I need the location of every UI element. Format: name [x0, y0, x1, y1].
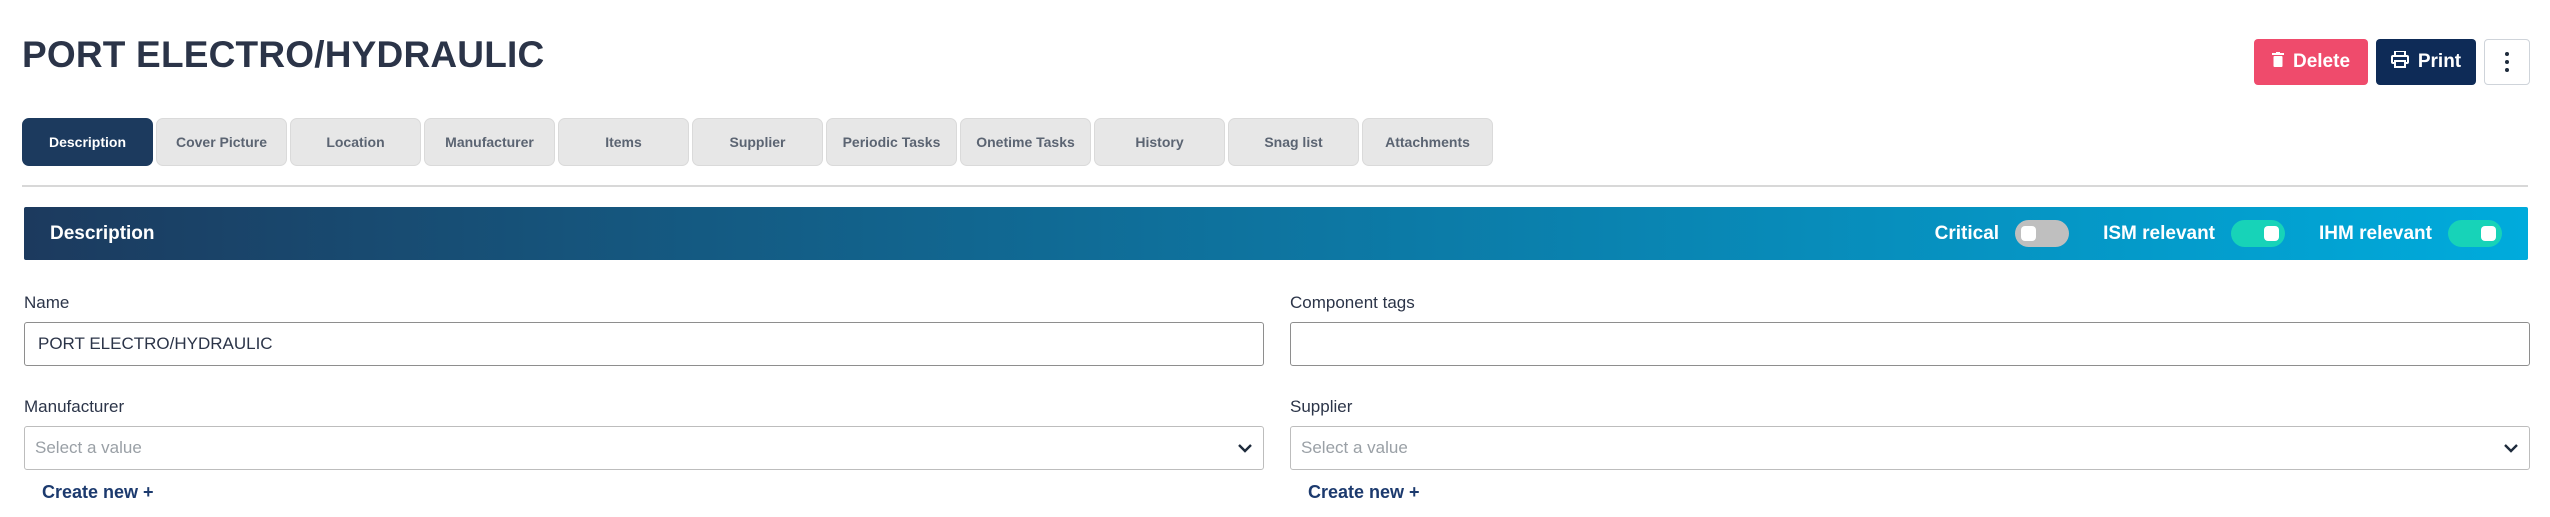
tab-cover-picture[interactable]: Cover Picture: [156, 118, 287, 166]
tab-onetime-tasks[interactable]: Onetime Tasks: [960, 118, 1091, 166]
section-title: Description: [50, 222, 155, 244]
manufacturer-select[interactable]: Select a value: [24, 426, 1264, 470]
tab-location[interactable]: Location: [290, 118, 421, 166]
print-label: Print: [2417, 51, 2462, 72]
print-button[interactable]: Print: [2376, 39, 2476, 85]
component-tags-field[interactable]: [1290, 322, 2530, 366]
critical-toggle-group: Critical: [1934, 220, 2070, 247]
delete-button[interactable]: Delete: [2254, 39, 2368, 85]
tabs-divider: [22, 185, 2528, 187]
ihm-relevant-toggle[interactable]: [2448, 220, 2502, 247]
toggle-group: Critical ISM relevant IHM relevant: [1935, 220, 2502, 247]
section-header: Description Critical ISM relevant IHM re…: [24, 207, 2528, 260]
critical-toggle[interactable]: [2015, 220, 2070, 247]
supplier-label: Supplier: [1290, 397, 1353, 416]
tab-manufacturer[interactable]: Manufacturer: [424, 118, 555, 166]
ihm-relevant-label: IHM relevant: [2319, 222, 2432, 244]
tab-periodic-tasks[interactable]: Periodic Tasks: [826, 118, 957, 166]
page-title: PORT ELECTRO/HYDRAULIC: [22, 34, 545, 75]
name-field[interactable]: PORT ELECTRO/HYDRAULIC: [24, 322, 1264, 366]
component-tags-label: Component tags: [1290, 293, 1415, 312]
create-manufacturer-link[interactable]: Create new +: [42, 482, 154, 503]
printer-icon: [2390, 49, 2409, 74]
more-options-button[interactable]: [2484, 39, 2530, 85]
chevron-down-icon: [1237, 443, 1253, 453]
manufacturer-label: Manufacturer: [24, 397, 125, 416]
tab-attachments[interactable]: Attachments: [1362, 118, 1493, 166]
supplier-placeholder: Select a value: [1301, 438, 1408, 457]
delete-label: Delete: [2292, 51, 2351, 72]
ism-relevant-label: ISM relevant: [2103, 222, 2216, 244]
name-label: Name: [24, 293, 70, 312]
manufacturer-placeholder: Select a value: [35, 438, 142, 457]
more-vertical-icon: [2505, 52, 2509, 72]
tab-items[interactable]: Items: [558, 118, 689, 166]
name-value: PORT ELECTRO/HYDRAULIC: [38, 334, 273, 353]
header-actions: Delete Print: [2254, 39, 2530, 85]
tab-supplier[interactable]: Supplier: [692, 118, 823, 166]
tab-snag-list[interactable]: Snag list: [1228, 118, 1359, 166]
tab-history[interactable]: History: [1094, 118, 1225, 166]
tab-bar: Description Cover Picture Location Manuf…: [22, 118, 1493, 166]
ism-relevant-toggle[interactable]: [2231, 220, 2286, 247]
critical-label: Critical: [1934, 222, 2000, 244]
tab-description[interactable]: Description: [22, 118, 153, 166]
ism-toggle-group: ISM relevant: [2103, 220, 2286, 247]
create-supplier-link[interactable]: Create new +: [1308, 482, 1420, 503]
supplier-select[interactable]: Select a value: [1290, 426, 2530, 470]
trash-icon: [2271, 51, 2284, 73]
chevron-down-icon: [2503, 443, 2519, 453]
ihm-toggle-group: IHM relevant: [2319, 220, 2502, 247]
